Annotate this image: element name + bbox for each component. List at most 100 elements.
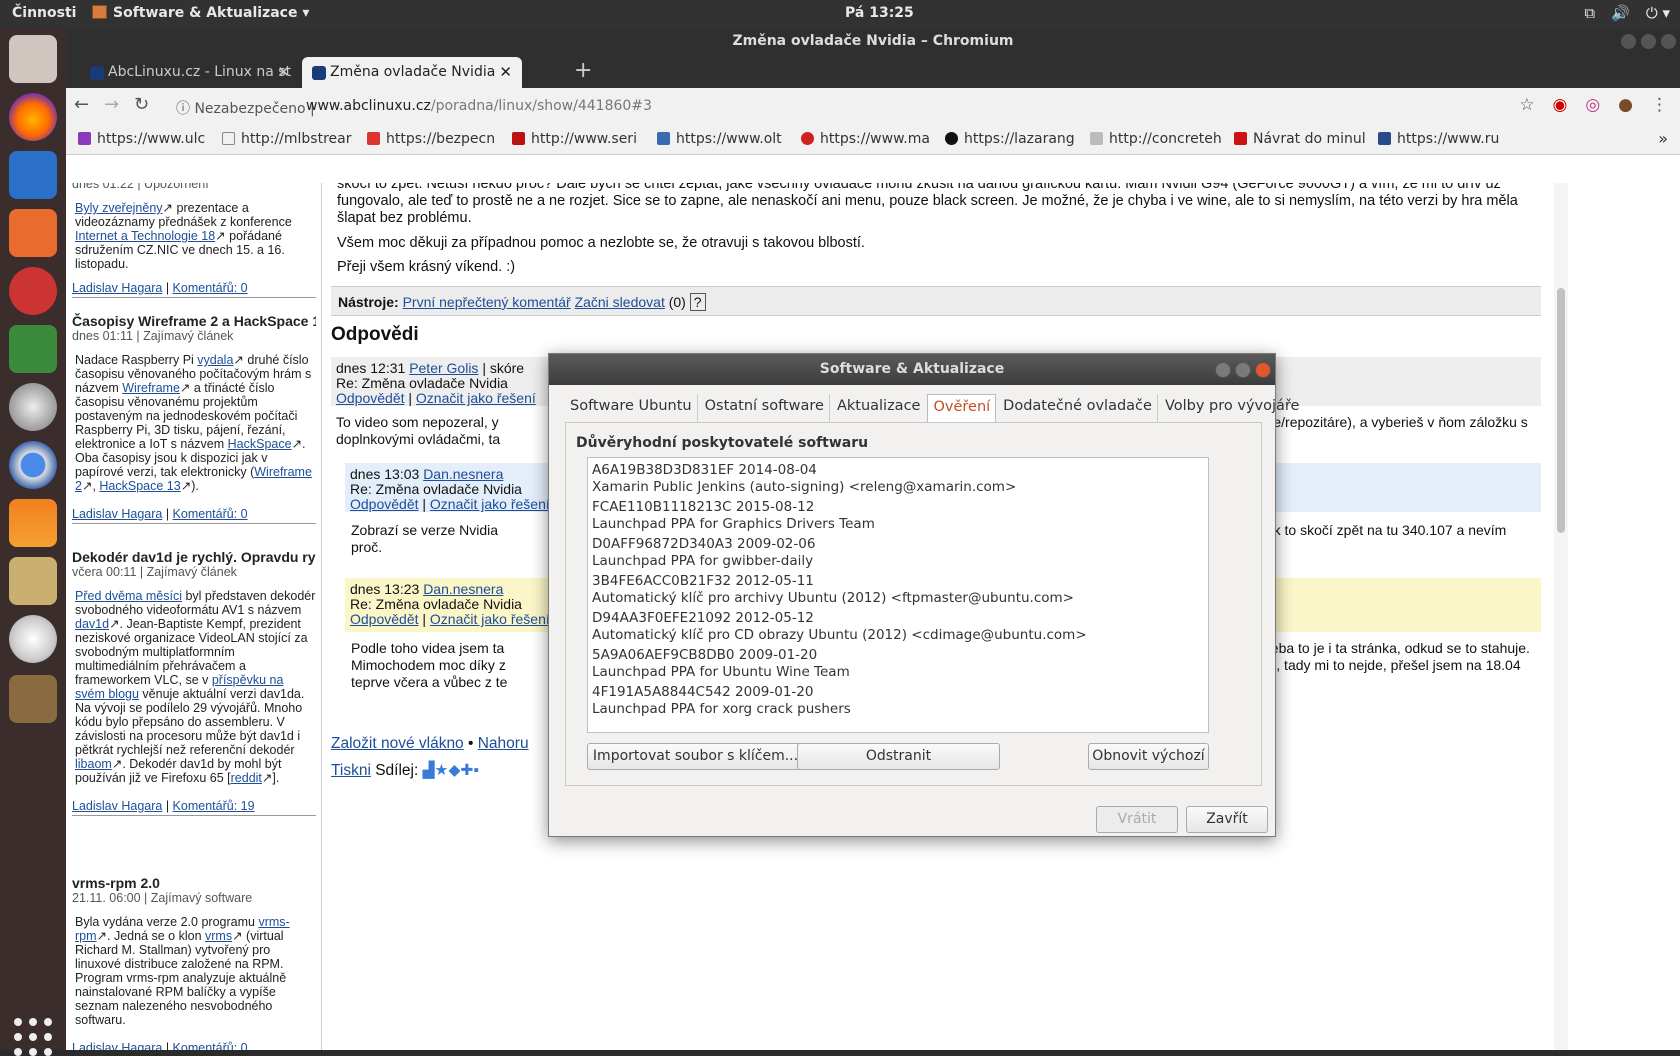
- close-tab-icon[interactable]: ✕: [499, 57, 512, 88]
- news-link[interactable]: Internet a Technologie 18: [75, 229, 215, 243]
- scrollbar-thumb[interactable]: [1557, 288, 1565, 533]
- import-key-button[interactable]: Importovat soubor s klíčem...: [587, 743, 804, 770]
- security-indicator[interactable]: ⓘ Nezabezpečeno |: [176, 98, 315, 118]
- author-link[interactable]: Ladislav Hagara: [72, 799, 162, 813]
- list-item[interactable]: 5A9A06AEF9CB8DB0 2009-01-20 Launchpad PPA…: [588, 643, 1208, 680]
- news-title[interactable]: vrms-rpm 2.0: [72, 875, 316, 891]
- list-item[interactable]: D0AFF96872D340A3 2009-02-06 Launchpad PPA…: [588, 532, 1208, 569]
- writer-icon[interactable]: [9, 151, 57, 199]
- new-tab-button[interactable]: +: [574, 57, 592, 85]
- news-title[interactable]: Časopisy Wireframe 2 a HackSpace 13: [72, 313, 316, 329]
- news-link[interactable]: HackSpace 13: [99, 479, 180, 493]
- clock[interactable]: Pá 13:25: [845, 5, 914, 21]
- reply-link[interactable]: Odpovědět: [336, 390, 405, 406]
- tab-zmena-ovladace[interactable]: Změna ovladače Nvidia ✕: [302, 57, 522, 88]
- restore-defaults-button[interactable]: Obnovit výchozí: [1088, 743, 1209, 770]
- system-tray[interactable]: ⧉ 🔊 ⏻ ▾: [1584, 4, 1670, 22]
- follow-link[interactable]: Začni sledovat: [575, 294, 665, 310]
- page-scrollbar[interactable]: [1554, 183, 1568, 1050]
- bookmark-item[interactable]: https://www.ulc: [78, 131, 218, 147]
- comments-link[interactable]: Komentářů: 0: [173, 1041, 248, 1050]
- tab-authentication[interactable]: Ověření: [927, 394, 997, 422]
- tab-updates[interactable]: Aktualizace: [832, 394, 926, 422]
- top-link[interactable]: Nahoru: [478, 735, 529, 752]
- author-link[interactable]: Ladislav Hagara: [72, 1041, 162, 1050]
- comment-author[interactable]: Dan.nesnera: [423, 466, 503, 482]
- back-icon[interactable]: ←: [74, 94, 89, 115]
- activities-button[interactable]: Činnosti: [12, 5, 76, 21]
- reload-icon[interactable]: ↻: [134, 94, 149, 115]
- author-link[interactable]: Ladislav Hagara: [72, 507, 162, 521]
- mark-solution-link[interactable]: Označit jako řešení: [430, 496, 550, 512]
- bookmark-item[interactable]: https://www.ma: [801, 131, 941, 147]
- mark-solution-link[interactable]: Označit jako řešení: [416, 390, 536, 406]
- reply-link[interactable]: Odpovědět: [350, 611, 419, 627]
- news-link[interactable]: dav1d: [75, 617, 109, 631]
- comment-author[interactable]: Peter Golis: [409, 360, 478, 376]
- list-item[interactable]: D94AA3F0EFE21092 2012-05-12 Automatický k…: [588, 606, 1208, 643]
- list-item[interactable]: A6A19B38D3D831EF 2014-08-04 Xamarin Publi…: [588, 458, 1208, 495]
- chromium-icon[interactable]: [9, 441, 57, 489]
- address-bar[interactable]: www.abclinuxu.cz/poradna/linux/show/4418…: [306, 98, 652, 114]
- help-button[interactable]: ?: [689, 293, 706, 311]
- tab-other-software[interactable]: Ostatní software: [700, 394, 830, 422]
- minimize-icon[interactable]: [1621, 34, 1636, 49]
- comment-author[interactable]: Dan.nesnera: [423, 581, 503, 597]
- news-link[interactable]: vrms: [205, 929, 232, 943]
- firefox-icon[interactable]: [9, 93, 57, 141]
- list-item[interactable]: 3B4FE6ACC0B21F32 2012-05-11 Automatický k…: [588, 569, 1208, 606]
- hardware-icon[interactable]: [9, 325, 57, 373]
- news-link[interactable]: Byly zveřejněny: [75, 201, 163, 215]
- minimize-icon[interactable]: [1215, 362, 1231, 378]
- bookmark-item[interactable]: https://www.olt: [657, 131, 797, 147]
- disk-icon[interactable]: [9, 383, 57, 431]
- close-window-icon[interactable]: [1661, 34, 1676, 49]
- news-link[interactable]: Před dvěma měsíci: [75, 589, 182, 603]
- tab-abclinuxu[interactable]: AbcLinuxu.cz - Linux na st ✕: [80, 57, 300, 88]
- comments-link[interactable]: Komentářů: 0: [173, 507, 248, 521]
- remove-key-button[interactable]: Odstranit: [797, 743, 1000, 770]
- close-button[interactable]: Zavřít: [1186, 806, 1268, 833]
- author-link[interactable]: Ladislav Hagara: [72, 281, 162, 295]
- news-link[interactable]: HackSpace: [228, 437, 292, 451]
- maximize-icon[interactable]: [1641, 34, 1656, 49]
- cd-icon[interactable]: [9, 615, 57, 663]
- news-link[interactable]: libaom: [75, 757, 112, 771]
- tab-developer-options[interactable]: Volby pro vývojáře: [1160, 394, 1305, 422]
- list-item[interactable]: 4F191A5A8844C542 2009-01-20 Launchpad PPA…: [588, 680, 1208, 717]
- first-unread-link[interactable]: První nepřečtený komentář: [403, 294, 571, 310]
- avatar[interactable]: ●: [1618, 95, 1633, 115]
- trusted-keys-list[interactable]: A6A19B38D3D831EF 2014-08-04 Xamarin Publi…: [587, 457, 1209, 733]
- comments-link[interactable]: Komentářů: 19: [173, 799, 255, 813]
- share-icons[interactable]: ▟★◆✚▪: [423, 762, 479, 779]
- mark-solution-link[interactable]: Označit jako řešení: [430, 611, 550, 627]
- settings-icon[interactable]: [9, 267, 57, 315]
- tab-additional-drivers[interactable]: Dodatečné ovladače: [998, 394, 1158, 422]
- news-title[interactable]: Dekodér dav1d je rychlý. Opravdu rychlý: [72, 549, 316, 565]
- extension-icon[interactable]: ◉: [1552, 95, 1567, 115]
- bookmark-item[interactable]: http://www.seri: [512, 131, 652, 147]
- instagram-icon[interactable]: ◎: [1585, 95, 1600, 115]
- print-link[interactable]: Tiskni: [331, 762, 371, 779]
- bookmark-item[interactable]: http://concreteh: [1090, 131, 1230, 147]
- speaker-app-icon[interactable]: [9, 557, 57, 605]
- news-link[interactable]: Wireframe: [122, 381, 180, 395]
- vlc-icon[interactable]: [9, 499, 57, 547]
- reply-link[interactable]: Odpovědět: [350, 496, 419, 512]
- bookmark-item[interactable]: http://mlbstrear: [222, 131, 362, 147]
- bookmark-star-icon[interactable]: ☆: [1519, 95, 1534, 115]
- app-menu[interactable]: Software & Aktualizace ▾: [92, 5, 309, 21]
- bookmark-item[interactable]: https://bezpecn: [367, 131, 507, 147]
- forward-icon[interactable]: →: [104, 94, 119, 115]
- tab-software-ubuntu[interactable]: Software Ubuntu: [565, 394, 698, 422]
- news-link[interactable]: vydala: [197, 353, 233, 367]
- comments-link[interactable]: Komentářů: 0: [173, 281, 248, 295]
- bookmark-item[interactable]: Návrat do minul: [1234, 131, 1374, 147]
- show-apps-icon[interactable]: [14, 1018, 52, 1056]
- maximize-icon[interactable]: [1235, 362, 1251, 378]
- bookmark-item[interactable]: https://lazarang: [945, 131, 1085, 147]
- files-icon[interactable]: [9, 35, 57, 83]
- close-icon[interactable]: [1255, 362, 1271, 378]
- bookmark-item[interactable]: https://www.ru: [1378, 131, 1518, 147]
- list-item[interactable]: FCAE110B1118213C 2015-08-12 Launchpad PPA…: [588, 495, 1208, 532]
